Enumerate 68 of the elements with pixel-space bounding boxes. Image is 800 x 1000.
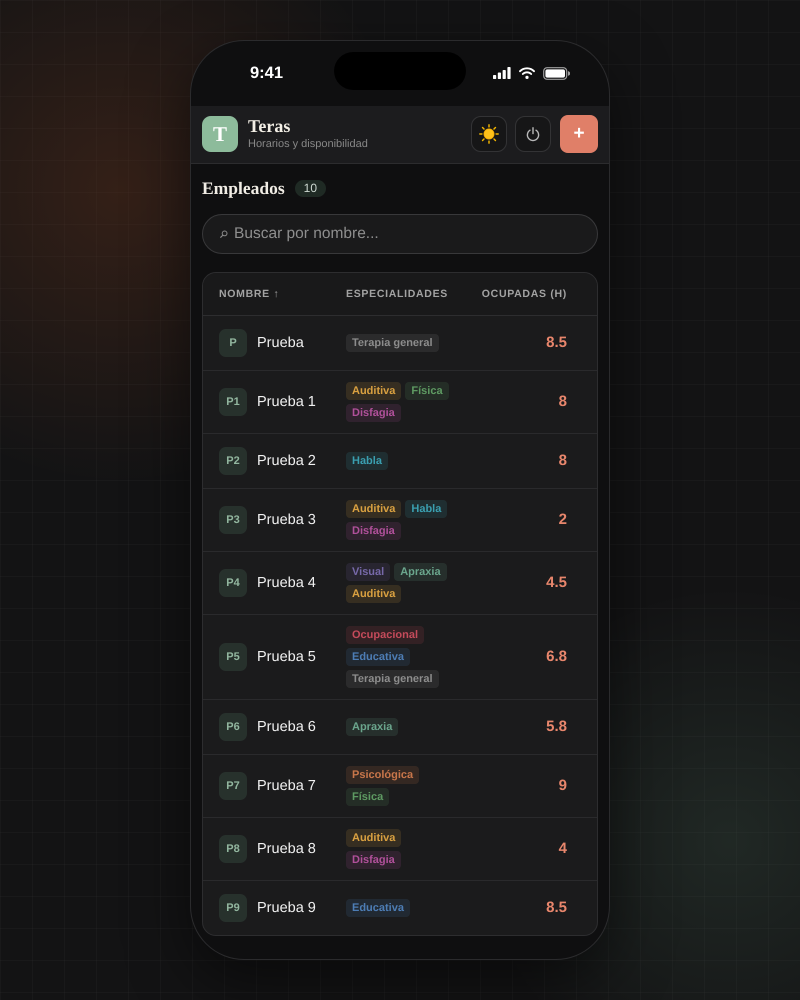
specialty-tag: Física <box>405 382 449 400</box>
specialty-tag: Disfagia <box>346 404 401 422</box>
search-icon <box>220 230 228 238</box>
specialty-tag: Visual <box>346 562 390 580</box>
status-time: 9:41 <box>248 64 284 83</box>
specialty-tag: Apraxia <box>346 718 398 736</box>
app-title: Teras <box>248 116 292 136</box>
avatar-initials: P8 <box>219 834 247 862</box>
power-icon <box>526 126 540 142</box>
app-logo: T <box>202 116 238 152</box>
specialty-tag: Auditiva <box>346 584 402 602</box>
employee-name: Prueba 5 <box>257 648 316 664</box>
employee-count: 10 <box>294 180 326 197</box>
hours-value: 5.8 <box>546 718 567 735</box>
hours-value: 8 <box>558 393 567 410</box>
employee-name: Prueba 2 <box>257 452 316 468</box>
avatar-initials: P1 <box>219 388 247 416</box>
sun-icon <box>479 124 499 144</box>
avatar-initials: P2 <box>219 446 247 474</box>
hours-value: 9 <box>558 777 567 794</box>
hours-value: 4 <box>558 840 567 857</box>
specialty-tag: Educativa <box>346 648 410 666</box>
hours-value: 4.5 <box>546 574 567 591</box>
specialty-tag: Terapia general <box>346 670 438 688</box>
avatar-initials: P9 <box>219 894 247 922</box>
specialty-tag: Habla <box>405 500 448 518</box>
specialty-tag: Apraxia <box>394 562 447 580</box>
avatar-initials: P5 <box>219 642 247 670</box>
avatar-initials: P4 <box>219 568 247 596</box>
employee-name: Prueba 3 <box>257 512 316 528</box>
wifi-icon <box>519 67 535 79</box>
section-title: Empleados <box>202 178 285 199</box>
employee-name: Prueba 7 <box>257 778 316 794</box>
specialty-tag: Física <box>346 788 390 806</box>
column-header[interactable]: ESPECIALIDADES <box>346 288 482 300</box>
employee-name: Prueba 8 <box>257 840 316 856</box>
employee-name: Prueba <box>257 334 304 350</box>
app-subtitle: Horarios y disponibilidad <box>248 137 369 152</box>
battery-icon <box>543 66 570 80</box>
specialty-tag: Educativa <box>346 898 410 916</box>
specialty-tag: Ocupacional <box>346 626 424 644</box>
specialty-tag: Habla <box>346 452 388 470</box>
employee-name: Prueba 9 <box>257 900 316 916</box>
search-field[interactable]: Buscar por nombre... <box>202 214 598 254</box>
column-header[interactable]: NOMBRE ↑ <box>219 288 346 300</box>
hours-value: 8 <box>558 452 567 469</box>
avatar-initials: P3 <box>219 506 247 534</box>
specialty-tag: Psicológica <box>346 766 420 784</box>
hours-value: 6.8 <box>546 648 567 665</box>
hours-value: 8.5 <box>546 899 567 916</box>
specialty-tag: Disfagia <box>346 850 401 868</box>
signal-icon <box>493 67 511 79</box>
theme-button[interactable] <box>471 116 507 152</box>
hours-value: 2 <box>558 511 567 528</box>
specialty-tag: Auditiva <box>346 828 402 846</box>
avatar-initials: P6 <box>219 712 247 740</box>
hours-value: 8.5 <box>546 334 567 351</box>
specialty-tag: Auditiva <box>346 500 402 518</box>
avatar-initials: P <box>219 328 247 356</box>
column-header[interactable]: OCUPADAS (H) <box>482 288 567 300</box>
avatar-initials: P7 <box>219 772 247 800</box>
specialty-tag: Auditiva <box>346 382 402 400</box>
employee-name: Prueba 4 <box>257 574 316 590</box>
employee-name: Prueba 1 <box>257 394 316 410</box>
specialty-tag: Disfagia <box>346 522 401 540</box>
employee-name: Prueba 6 <box>257 718 316 734</box>
power-button[interactable] <box>515 116 551 152</box>
specialty-tag: Terapia general <box>346 334 438 352</box>
